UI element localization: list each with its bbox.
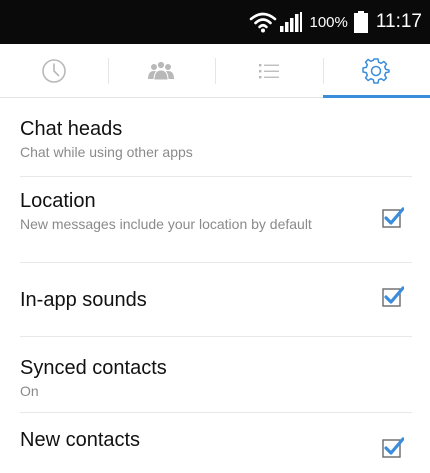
clock-icon bbox=[40, 57, 68, 85]
setting-chat-heads[interactable]: Chat heads Chat while using other apps bbox=[20, 98, 412, 177]
setting-subtitle: Chat while using other apps bbox=[20, 143, 412, 161]
setting-location[interactable]: Location New messages include your locat… bbox=[20, 177, 412, 263]
wifi-icon bbox=[249, 11, 277, 33]
in-app-sounds-checkbox[interactable] bbox=[382, 286, 404, 308]
tab-list[interactable] bbox=[215, 44, 323, 97]
battery-icon bbox=[354, 11, 368, 33]
checkbox-checked-icon bbox=[382, 437, 404, 459]
signal-icon bbox=[279, 11, 303, 33]
tab-bar bbox=[0, 44, 430, 98]
setting-title: New contacts bbox=[20, 428, 412, 452]
list-icon bbox=[255, 57, 283, 85]
setting-subtitle: On bbox=[20, 382, 412, 400]
checkbox-checked-icon bbox=[382, 207, 404, 229]
battery-percentage: 100% bbox=[309, 14, 347, 31]
status-bar: 100% 11:17 bbox=[0, 0, 430, 44]
people-icon bbox=[144, 57, 178, 85]
tab-settings[interactable] bbox=[323, 44, 430, 97]
checkbox-checked-icon bbox=[382, 286, 404, 308]
tab-recent[interactable] bbox=[0, 44, 108, 97]
status-time: 11:17 bbox=[376, 11, 422, 33]
gear-icon bbox=[362, 57, 390, 85]
setting-synced-contacts[interactable]: Synced contacts On bbox=[20, 337, 412, 413]
setting-in-app-sounds[interactable]: In-app sounds bbox=[20, 263, 412, 337]
setting-subtitle: New messages include your location by de… bbox=[20, 215, 350, 233]
setting-title: Location bbox=[20, 189, 412, 213]
tab-people[interactable] bbox=[108, 44, 216, 97]
setting-new-contacts[interactable]: New contacts bbox=[20, 413, 412, 473]
location-checkbox[interactable] bbox=[382, 207, 404, 229]
setting-title: Chat heads bbox=[20, 117, 412, 141]
setting-title: In-app sounds bbox=[20, 288, 412, 312]
new-contacts-checkbox[interactable] bbox=[382, 437, 404, 459]
setting-title: Synced contacts bbox=[20, 356, 412, 380]
settings-list: Chat heads Chat while using other apps L… bbox=[0, 98, 430, 473]
